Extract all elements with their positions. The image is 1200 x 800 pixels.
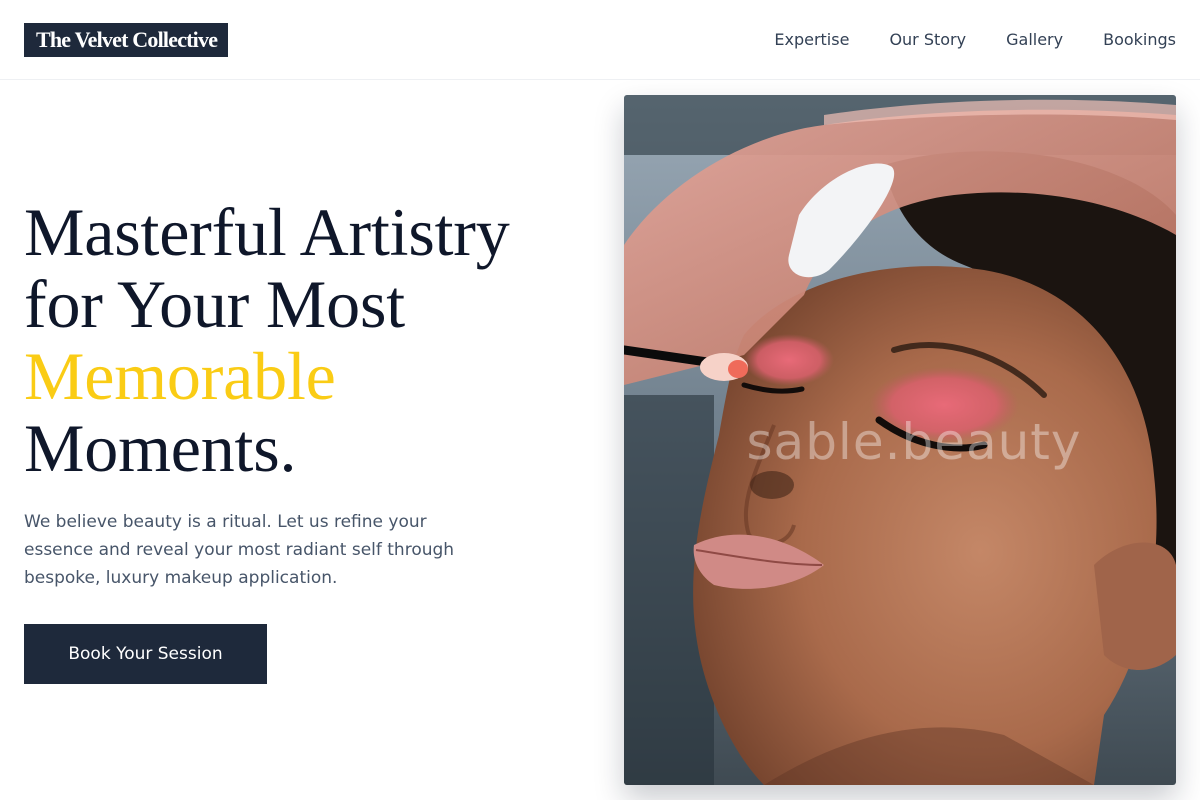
hero-description: We believe beauty is a ritual. Let us re… xyxy=(24,512,455,588)
hero-photo: sable.beauty xyxy=(624,95,1176,785)
headline-accent: Memorable xyxy=(24,338,336,414)
headline-line-2: for Your Most xyxy=(24,266,405,342)
hero-section: Masterful Artistry for Your Most Memorab… xyxy=(24,196,584,484)
main-nav: Expertise Our Story Gallery Bookings xyxy=(774,28,1176,50)
brand-logo[interactable]: The Velvet Collective xyxy=(24,23,229,57)
headline-line-4: Moments. xyxy=(24,410,297,486)
book-session-button[interactable]: Book Your Session xyxy=(24,624,267,684)
nav-link-bookings[interactable]: Bookings xyxy=(1103,30,1176,49)
nav-link-our-story[interactable]: Our Story xyxy=(889,30,966,49)
site-header: The Velvet Collective Expertise Our Stor… xyxy=(0,0,1200,80)
nav-link-gallery[interactable]: Gallery xyxy=(1006,30,1063,49)
hero-headline: Masterful Artistry for Your Most Memorab… xyxy=(24,196,584,484)
makeup-application-photo xyxy=(624,95,1176,785)
headline-line-1: Masterful Artistry xyxy=(24,194,510,270)
nav-link-expertise[interactable]: Expertise xyxy=(774,30,849,49)
